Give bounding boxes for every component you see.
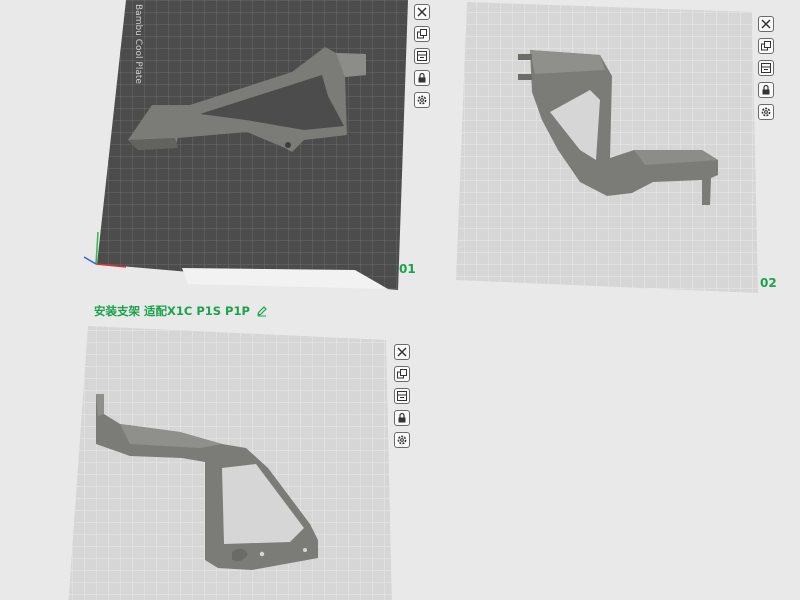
plate-02-number: 02 [760, 276, 777, 290]
plate-01-bed[interactable] [0, 0, 440, 300]
gear-icon [397, 435, 407, 445]
plate-03[interactable] [0, 318, 440, 600]
plate-02-gear-button[interactable] [758, 104, 774, 120]
plate-settings-icon [417, 51, 427, 61]
plate-01-number: 01 [399, 262, 416, 276]
z-axis [83, 256, 97, 265]
plate-02-bed[interactable] [440, 0, 800, 300]
gear-icon [417, 95, 427, 105]
close-icon [761, 19, 771, 29]
plate-03-gear-button[interactable] [394, 432, 410, 448]
plate-settings-icon [397, 391, 407, 401]
lock-icon [418, 72, 426, 83]
gear-icon [761, 107, 771, 117]
plate-02-settings-button[interactable] [758, 60, 774, 76]
lock-icon [398, 412, 406, 423]
arrange-icon [397, 369, 407, 379]
plate-03-close-button[interactable] [394, 344, 410, 360]
plate-03-bed[interactable] [0, 318, 440, 600]
plate-01-close-button[interactable] [414, 4, 430, 20]
arrange-icon [417, 29, 427, 39]
lock-icon [762, 84, 770, 95]
plate-02-lock-button[interactable] [758, 82, 774, 98]
plate-01-toolbar [414, 4, 430, 108]
plate-02[interactable]: 02 [440, 0, 800, 300]
plate-01-type-label: Bambu Cool Plate [133, 4, 143, 84]
plate-03-toolbar [394, 344, 410, 448]
plate-name-label[interactable]: 安装支架 适配X1C P1S P1P [94, 303, 268, 319]
plate-01-gear-button[interactable] [414, 92, 430, 108]
plate-02-arrange-button[interactable] [758, 38, 774, 54]
plate-01-lock-button[interactable] [414, 70, 430, 86]
plate-02-close-button[interactable] [758, 16, 774, 32]
svg-text:Bambu Cool Plate: Bambu Cool Plate [133, 4, 143, 84]
close-icon [417, 7, 427, 17]
plate-settings-icon [761, 63, 771, 73]
close-icon [397, 347, 407, 357]
plate-03-arrange-button[interactable] [394, 366, 410, 382]
edit-icon[interactable] [256, 305, 268, 317]
plate-01-settings-button[interactable] [414, 48, 430, 64]
plate-03-lock-button[interactable] [394, 410, 410, 426]
arrange-icon [761, 41, 771, 51]
plate-03-settings-button[interactable] [394, 388, 410, 404]
plate-name-text: 安装支架 适配X1C P1S P1P [94, 304, 250, 318]
plate-01[interactable]: Bambu Cool Plate 01 [0, 0, 440, 300]
plate-02-toolbar [758, 16, 774, 120]
plate-01-arrange-button[interactable] [414, 26, 430, 42]
